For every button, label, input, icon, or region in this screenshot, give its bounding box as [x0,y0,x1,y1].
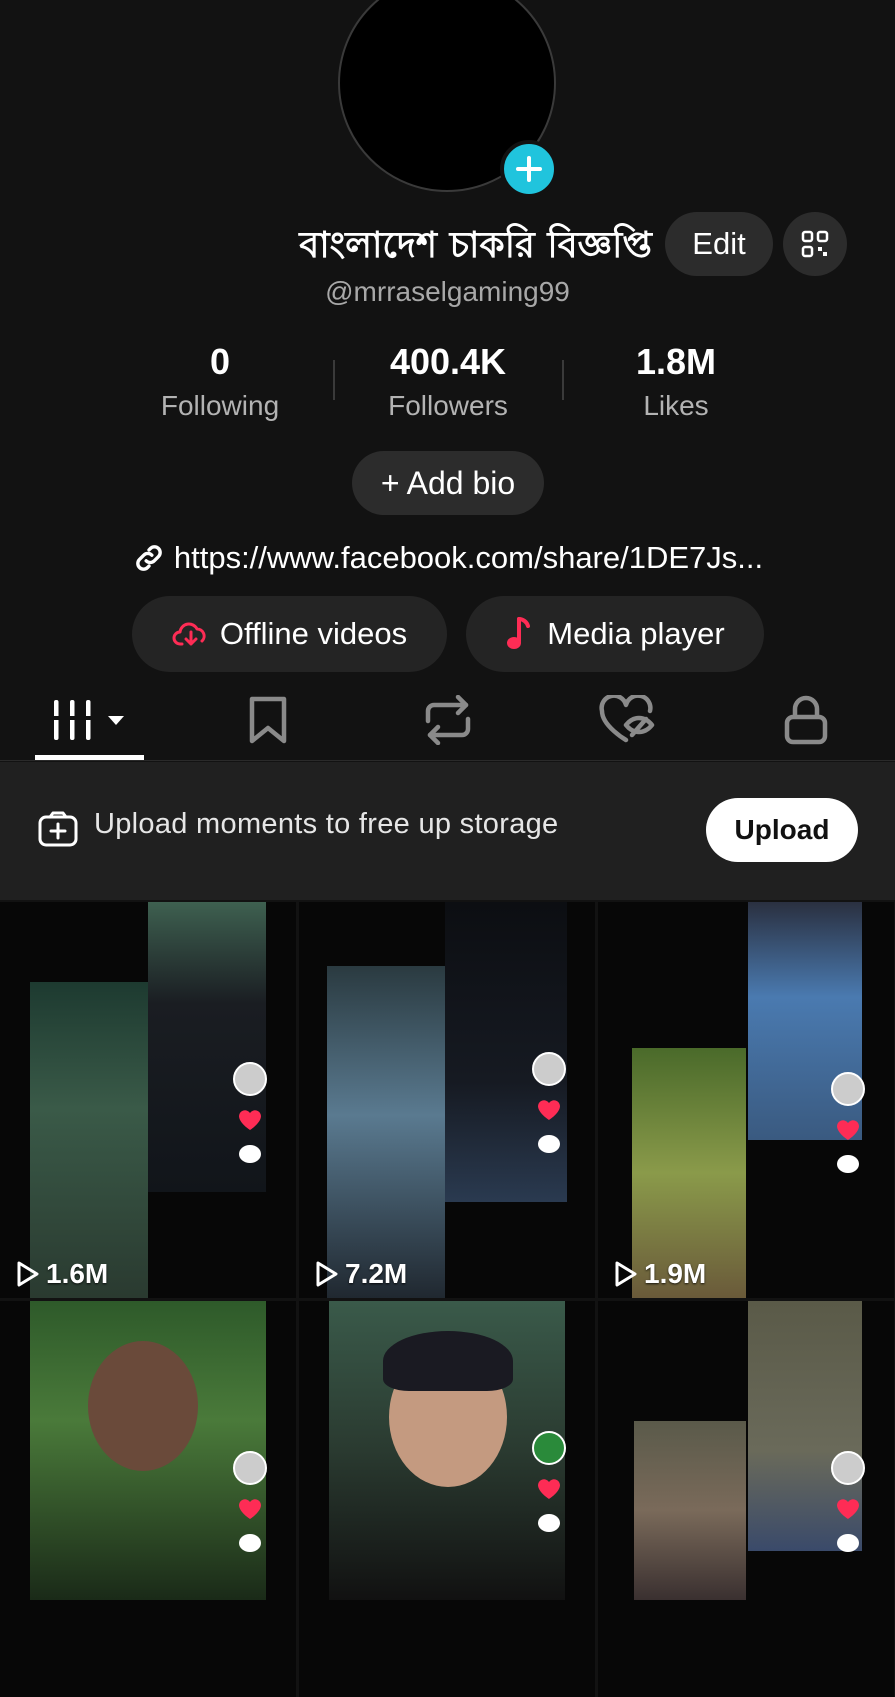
music-note-icon [507,617,531,649]
lock-icon [784,695,828,745]
stat-followers-count: 400.4K [389,341,507,382]
qr-code-icon [801,230,829,258]
link-icon [136,545,162,571]
view-count: 1.6M [16,1258,108,1290]
video-thumbnail [327,966,445,1298]
edit-profile-button[interactable]: Edit [665,212,773,276]
video-tile[interactable]: 1.6M [0,902,296,1298]
stat-followers[interactable]: 400.4K Followers [338,340,558,426]
video-thumbnail [634,1421,746,1600]
liked-hidden-icon [599,695,655,743]
thumbnail-side-icons [529,1052,569,1156]
stat-divider [562,360,564,400]
play-icon [615,1261,637,1287]
video-thumbnail-hair [383,1331,513,1391]
tab-private[interactable] [741,685,871,755]
video-tile[interactable]: 7.2M [299,902,595,1298]
bookmark-icon [249,696,287,744]
display-name: বাংলাদেশ চাকরি বিজ্ঞপ্তি [299,225,652,266]
tab-videos[interactable] [25,685,155,755]
thumbnail-side-icons [230,1451,270,1555]
add-bio-button[interactable]: + Add bio [352,451,544,515]
upload-button[interactable]: Upload [706,798,858,862]
thumbnail-side-icons [828,1451,868,1555]
profile-link[interactable]: https://www.facebook.com/share/1DE7Js... [0,538,895,578]
stat-following[interactable]: 0 Following [110,340,330,426]
tab-liked[interactable] [562,685,692,755]
view-count: 7.2M [315,1258,407,1290]
view-count: 1.9M [614,1258,706,1290]
thumbnail-side-icons [230,1062,270,1166]
view-count-text: 1.6M [46,1258,109,1289]
plus-icon [516,156,542,182]
qr-code-button[interactable] [783,212,847,276]
tab-reposts[interactable] [383,685,513,755]
stat-likes[interactable]: 1.8M Likes [566,340,786,426]
view-count-text: 1.9M [644,1258,707,1289]
video-tile[interactable] [598,1301,894,1697]
add-avatar-button[interactable] [500,140,558,198]
play-icon [17,1261,39,1287]
media-player-label: Media player [547,616,725,651]
username: @mrraselgaming99 [325,276,570,307]
repost-icon [425,695,471,745]
upload-banner-text: Upload moments to free up storage [94,808,559,840]
tabs-divider [0,760,895,761]
view-count-text: 7.2M [345,1258,408,1289]
videos-grid-icon [51,700,124,740]
stat-following-count: 0 [209,341,231,382]
cloud-download-icon [172,622,206,646]
video-thumbnail [30,982,148,1298]
add-moment-icon [38,811,78,847]
thumbnail-side-icons [828,1072,868,1176]
stat-following-label: Following [160,390,280,421]
video-tile[interactable] [299,1301,595,1697]
tab-saved[interactable] [203,685,333,755]
offline-videos-label: Offline videos [219,616,408,651]
video-tile[interactable] [0,1301,296,1697]
play-icon [316,1261,338,1287]
video-thumbnail-face [88,1341,198,1471]
profile-link-text: https://www.facebook.com/share/1DE7Js... [173,540,764,575]
media-player-button[interactable]: Media player [466,596,764,672]
offline-videos-button[interactable]: Offline videos [132,596,447,672]
thumbnail-side-icons [529,1431,569,1535]
stat-divider [333,360,335,400]
stat-likes-label: Likes [643,390,709,421]
stat-likes-count: 1.8M [635,341,717,382]
stat-followers-label: Followers [388,390,508,421]
video-tile[interactable]: 1.9M [598,902,894,1298]
